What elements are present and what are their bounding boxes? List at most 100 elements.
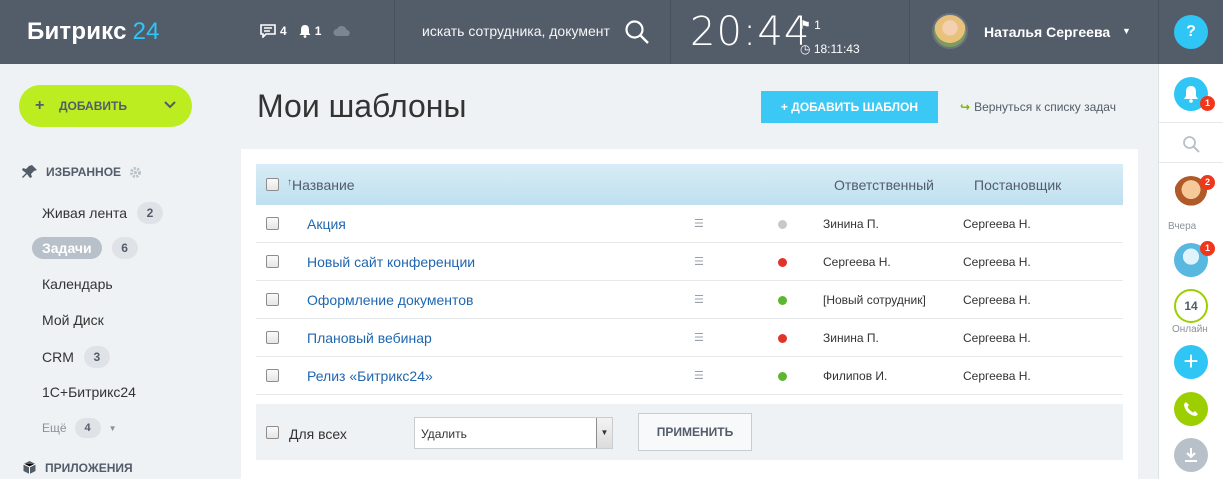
responsible-cell[interactable]: Сергеева Н. [823, 255, 891, 269]
status-dot [778, 220, 787, 229]
template-link[interactable]: Плановый вебинар [307, 330, 432, 346]
plus-icon: + [780, 100, 788, 114]
table-row[interactable]: Релиз «Битрикс24» ☰ Филипов И. Сергеева … [256, 357, 1123, 395]
clock[interactable]: 20:44 [690, 9, 810, 55]
add-button[interactable]: + ДОБАВИТЬ [19, 85, 192, 127]
responsible-cell[interactable]: Зинина П. [823, 217, 879, 231]
count-badge: 6 [111, 237, 138, 259]
chat-badge: 1 [1200, 241, 1215, 256]
template-link[interactable]: Новый сайт конференции [307, 254, 475, 270]
row-checkbox[interactable] [266, 369, 279, 382]
chevron-down-icon[interactable]: ▼ [1122, 26, 1131, 36]
search-input[interactable]: искать сотрудника, документ [422, 23, 618, 39]
responsible-cell[interactable]: Зинина П. [823, 331, 879, 345]
add-chat-button[interactable]: + [1174, 345, 1208, 379]
user-name[interactable]: Наталья Сергеева [984, 24, 1110, 40]
chat-badge: 2 [1200, 175, 1215, 190]
back-to-tasks-link[interactable]: ↪ Вернуться к списку задач [960, 100, 1116, 114]
notifications-counter[interactable]: 1 [299, 24, 321, 38]
count-badge: 3 [83, 346, 110, 368]
row-checkbox[interactable] [266, 255, 279, 268]
sidebar-item-disk[interactable]: Мой Диск [42, 312, 104, 328]
menu-icon[interactable]: ☰ [694, 293, 704, 306]
menu-icon[interactable]: ☰ [694, 255, 704, 268]
phone-icon [1184, 402, 1198, 416]
responsible-cell[interactable]: [Новый сотрудник] [823, 293, 926, 307]
divider [394, 0, 395, 64]
column-header-name[interactable]: ↑Название [287, 177, 355, 193]
column-header-setter[interactable]: Постановщик [974, 177, 1061, 193]
action-select[interactable]: Удалить ▼ [414, 417, 613, 449]
help-button[interactable]: ? [1174, 15, 1208, 49]
sidebar-item-feed[interactable]: Живая лента 2 [42, 202, 164, 224]
more-toggle[interactable]: Ещё 4 ▼ [42, 418, 116, 438]
setter-cell[interactable]: Сергеева Н. [963, 293, 1031, 307]
divider [1159, 122, 1223, 123]
menu-icon[interactable]: ☰ [694, 217, 704, 230]
template-link[interactable]: Оформление документов [307, 292, 474, 308]
setter-cell[interactable]: Сергеева Н. [963, 255, 1031, 269]
cloud-icon [333, 25, 351, 36]
responsible-cell[interactable]: Филипов И. [823, 369, 887, 383]
for-all-checkbox[interactable] [266, 426, 279, 439]
table-row[interactable]: Оформление документов ☰ [Новый сотрудник… [256, 281, 1123, 319]
chat-counter[interactable]: 4 [260, 24, 287, 38]
status-dot [778, 372, 787, 381]
page-title: Мои шаблоны [257, 88, 467, 124]
call-button[interactable] [1174, 392, 1208, 426]
download-icon [1185, 448, 1197, 462]
search-icon[interactable] [1182, 135, 1200, 153]
setter-cell[interactable]: Сергеева Н. [963, 217, 1031, 231]
table-header: ↑Название Ответственный Постановщик [256, 164, 1123, 205]
add-template-button[interactable]: + ДОБАВИТЬ ШАБЛОН [761, 91, 938, 123]
online-counter[interactable]: 14 [1174, 289, 1208, 323]
row-checkbox[interactable] [266, 293, 279, 306]
for-all-label: Для всех [289, 426, 347, 442]
column-header-responsible[interactable]: Ответственный [834, 177, 934, 193]
favorites-section[interactable]: ИЗБРАННОЕ [22, 164, 142, 180]
logo[interactable]: Битрикс 24 [27, 18, 160, 46]
flag-icon: ⚑ [800, 18, 811, 32]
table-row[interactable]: Плановый вебинар ☰ Зинина П. Сергеева Н. [256, 319, 1123, 357]
sidebar-item-crm[interactable]: CRM 3 [42, 346, 110, 368]
chevron-down-icon [164, 101, 176, 109]
chevron-down-icon: ▼ [108, 423, 117, 433]
online-label: Онлайн [1172, 324, 1208, 335]
bell-icon [299, 25, 311, 38]
status-dot [778, 334, 787, 343]
right-rail: 1 2 Вчера 1 14 Онлайн + [1158, 64, 1223, 479]
clock-icon: ◷ [800, 42, 811, 56]
top-header: Битрикс 24 4 1 искать сотрудника, докумен… [0, 0, 1223, 64]
sidebar-item-tasks[interactable]: Задачи 6 [32, 237, 138, 259]
template-link[interactable]: Акция [307, 216, 346, 232]
chat-icon [260, 24, 276, 38]
pin-icon [22, 165, 37, 178]
setter-cell[interactable]: Сергеева Н. [963, 369, 1031, 383]
bell-icon [1184, 86, 1198, 103]
menu-icon[interactable]: ☰ [694, 369, 704, 382]
divider [670, 0, 671, 64]
dropdown-arrow-icon: ▼ [596, 418, 612, 448]
group-actions-bar: Для всех Удалить ▼ ПРИМЕНИТЬ [256, 404, 1123, 460]
template-link[interactable]: Релиз «Битрикс24» [307, 368, 433, 384]
status-dot [778, 258, 787, 267]
cloud-counter[interactable] [333, 25, 351, 37]
table-row[interactable]: Новый сайт конференции ☰ Сергеева Н. Сер… [256, 243, 1123, 281]
plus-icon: + [35, 97, 45, 114]
search-icon[interactable] [624, 19, 650, 45]
sidebar-item-calendar[interactable]: Календарь [42, 276, 113, 292]
table-row[interactable]: Акция ☰ Зинина П. Сергеева Н. [256, 205, 1123, 243]
setter-cell[interactable]: Сергеева Н. [963, 331, 1031, 345]
select-all-checkbox[interactable] [266, 178, 279, 191]
header-search[interactable]: искать сотрудника, документ [396, 0, 670, 64]
apps-section[interactable]: ПРИЛОЖЕНИЯ [22, 460, 133, 475]
gear-icon[interactable] [129, 166, 142, 179]
apply-button[interactable]: ПРИМЕНИТЬ [638, 413, 752, 451]
download-button[interactable] [1174, 438, 1208, 472]
avatar[interactable] [932, 13, 968, 49]
menu-icon[interactable]: ☰ [694, 331, 704, 344]
workday-info[interactable]: ⚑ 1 ◷ 18:11:43 [800, 13, 860, 61]
row-checkbox[interactable] [266, 217, 279, 230]
row-checkbox[interactable] [266, 331, 279, 344]
sidebar-item-1c-bitrix[interactable]: 1С+Битрикс24 [42, 384, 136, 400]
